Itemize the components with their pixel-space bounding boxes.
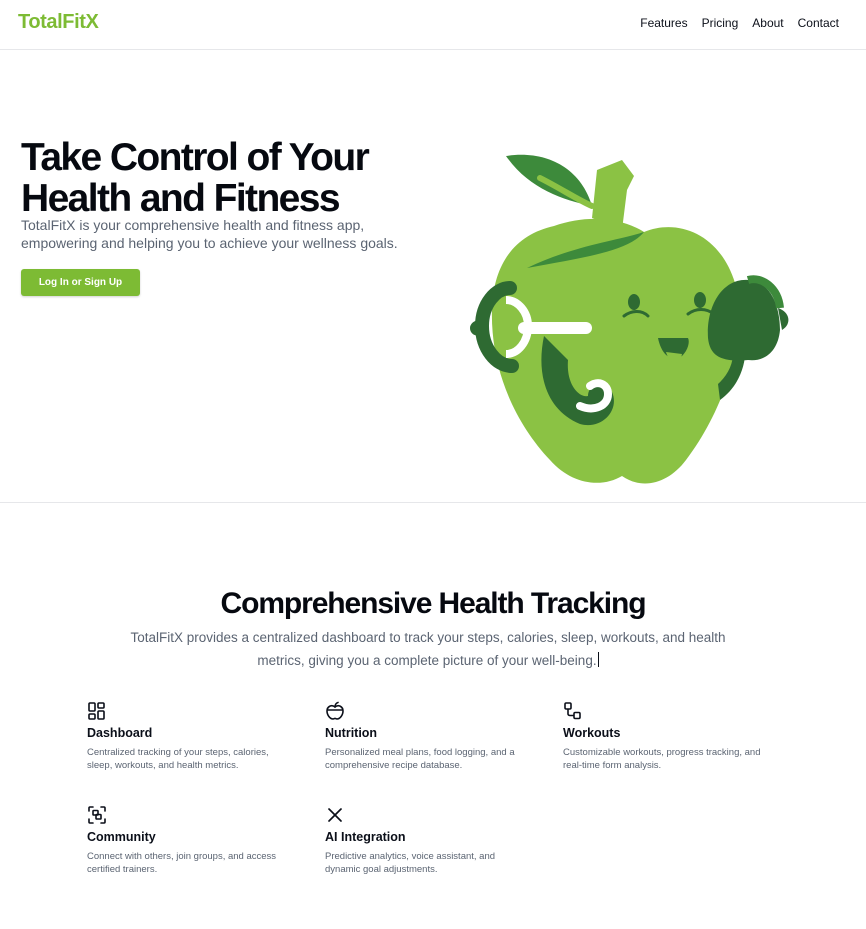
hero-title: Take Control of Your Health and Fitness [21, 137, 421, 219]
feature-description: Connect with others, join groups, and ac… [87, 851, 277, 875]
nav-links: Features Pricing About Contact [640, 16, 839, 30]
brand-logo[interactable]: TotalFitX [18, 11, 99, 34]
nav-link-features[interactable]: Features [640, 16, 687, 30]
nav-link-pricing[interactable]: Pricing [702, 16, 739, 30]
workflow-icon [564, 702, 581, 720]
feature-description: Customizable workouts, progress tracking… [563, 747, 761, 771]
feature-community: Community Connect with others, join grou… [87, 805, 297, 876]
feature-title: AI Integration [325, 830, 406, 844]
hero-title-line-1: Take Control of Your [21, 136, 370, 179]
feature-title: Workouts [563, 726, 621, 740]
feature-description: Personalized meal plans, food logging, a… [325, 747, 515, 771]
text-cursor [597, 651, 599, 667]
feature-description: Predictive analytics, voice assistant, a… [325, 851, 496, 875]
feature-title: Dashboard [87, 726, 153, 740]
section-subtitle: TotalFitX provides a centralized dashboa… [128, 627, 728, 672]
hero-subtitle: TotalFitX is your comprehensive health a… [21, 217, 398, 251]
apple-with-dumbbell-illustration [470, 154, 789, 484]
nav-link-contact[interactable]: Contact [798, 16, 839, 30]
feature-nutrition: Nutrition Personalized meal plans, food … [325, 701, 535, 772]
feature-ai-integration: AI Integration Predictive analytics, voi… [325, 805, 535, 876]
dashboard-grid-icon [88, 702, 105, 720]
section-title: Comprehensive Health Tracking [220, 587, 647, 620]
login-signup-button[interactable]: Log In or Sign Up [21, 269, 140, 296]
feature-dashboard: Dashboard Centralized tracking of your s… [87, 701, 297, 772]
hero-title-line-2: Health and Fitness [21, 177, 341, 220]
feature-title: Community [87, 830, 156, 844]
close-x-icon [328, 808, 342, 822]
section-subtitle-text: TotalFitX provides a centralized dashboa… [130, 630, 726, 668]
nav-link-about[interactable]: About [752, 16, 783, 30]
feature-workouts: Workouts Customizable workouts, progress… [563, 701, 773, 772]
section-divider [0, 502, 866, 503]
feature-title: Nutrition [325, 726, 378, 740]
feature-description: Centralized tracking of your steps, calo… [87, 747, 269, 771]
scan-group-icon [88, 806, 106, 824]
top-nav: TotalFitX Features Pricing About Contact [0, 0, 866, 50]
apple-icon [326, 701, 344, 720]
